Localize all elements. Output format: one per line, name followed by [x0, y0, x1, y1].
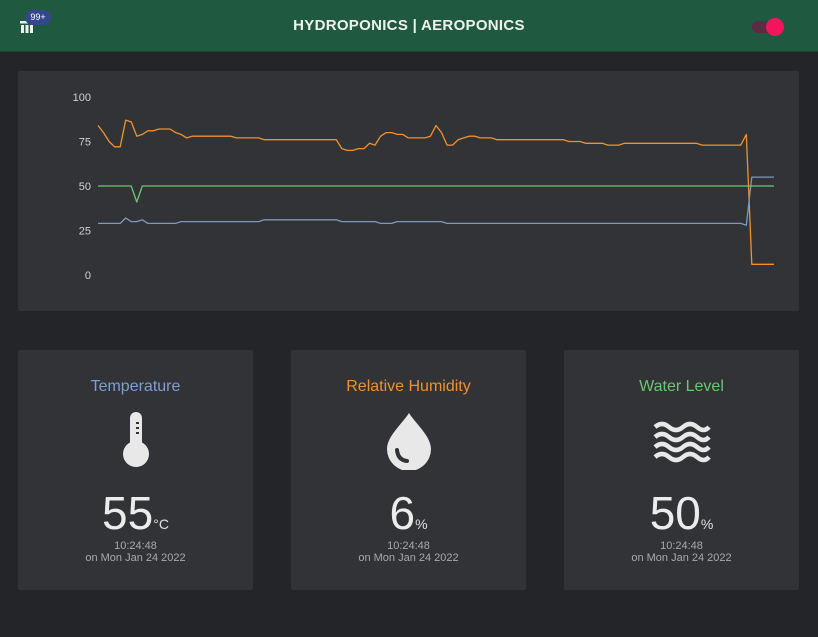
- thermometer-icon: [122, 412, 149, 467]
- reading-unit: %: [700, 516, 714, 532]
- humidity-reading: 6%: [291, 486, 526, 540]
- waves-icon: [653, 421, 711, 463]
- humidity-card: Relative Humidity 6% 10:24:48 on Mon Jan…: [291, 350, 526, 590]
- app-header: 99+ HYDROPONICS | AEROPONICS: [0, 0, 818, 52]
- temperature-card: Temperature 55°C 10:24:48 on Mon Jan 24 …: [18, 350, 253, 590]
- series-line-2: [98, 185, 774, 203]
- y-tick-label: 75: [79, 137, 91, 149]
- temperature-reading: 55°C: [18, 486, 253, 540]
- reading-value: 55: [102, 487, 154, 539]
- reading-timestamp: 10:24:48 on Mon Jan 24 2022: [564, 540, 799, 564]
- reading-time: 10:24:48: [660, 540, 703, 552]
- series-line-1: [98, 176, 774, 226]
- reading-date: on Mon Jan 24 2022: [85, 552, 186, 564]
- reading-time: 10:24:48: [114, 540, 157, 552]
- water-drop-icon: [386, 413, 431, 470]
- card-title: Water Level: [639, 378, 724, 395]
- chart-canvas: 0 25 50 75 100: [73, 92, 774, 282]
- water-level-reading: 50%: [564, 486, 799, 540]
- reading-value: 6: [389, 487, 416, 539]
- reading-value: 50: [649, 487, 701, 539]
- reading-date: on Mon Jan 24 2022: [358, 552, 459, 564]
- reading-date: on Mon Jan 24 2022: [631, 552, 732, 564]
- app-title: HYDROPONICS | AEROPONICS: [293, 17, 525, 34]
- y-tick-label: 100: [73, 92, 91, 104]
- reading-timestamp: 10:24:48 on Mon Jan 24 2022: [291, 540, 526, 564]
- series-line-0: [97, 119, 774, 265]
- reading-unit: °C: [153, 516, 169, 532]
- y-tick-label: 50: [79, 181, 91, 193]
- card-title: Relative Humidity: [346, 378, 471, 395]
- reading-unit: %: [415, 516, 428, 532]
- y-tick-label: 25: [79, 226, 91, 238]
- reading-time: 10:24:48: [387, 540, 430, 552]
- reading-timestamp: 10:24:48 on Mon Jan 24 2022: [18, 540, 253, 564]
- card-title: Temperature: [90, 378, 181, 395]
- y-tick-label: 0: [85, 270, 91, 282]
- theme-toggle[interactable]: [752, 18, 784, 36]
- water-level-card: Water Level 50% 10:24:48 on Mon Jan 24 2…: [564, 350, 799, 590]
- toggle-knob: [766, 18, 784, 36]
- sensor-history-chart: 0 25 50 75 100: [18, 71, 799, 311]
